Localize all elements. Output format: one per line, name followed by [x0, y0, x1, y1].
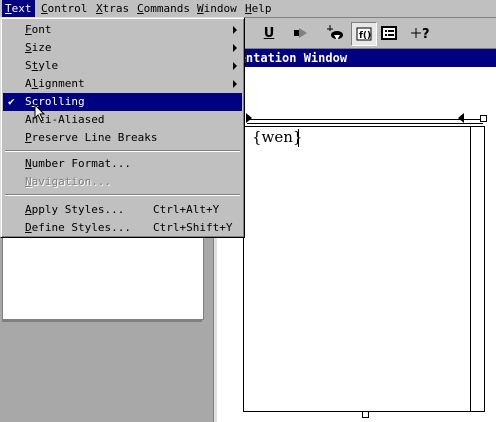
- menu-item-define-styles-label: Define Styles...: [25, 219, 131, 237]
- menu-item-font-label: Font: [25, 21, 52, 39]
- text-menu-dropdown: Font Size Style Alignment ✔ Scrolling An…: [0, 17, 245, 238]
- resize-handle-top-right[interactable]: [480, 115, 487, 122]
- menu-control-mnemonic: C: [41, 2, 48, 15]
- menubar: Text Control Xtras Commands Window Help: [0, 0, 496, 18]
- toolbar: U f() ?: [217, 18, 496, 49]
- menu-xtras-rest: tras: [102, 2, 130, 15]
- menu-item-number-format-text: umber Format...: [31, 157, 131, 170]
- left-window-edge: [2, 320, 202, 322]
- menu-separator: [5, 150, 240, 152]
- help-cursor-button[interactable]: ?: [409, 22, 433, 44]
- menu-window[interactable]: Window: [194, 0, 240, 17]
- menu-item-scrolling-first: S: [25, 95, 32, 108]
- check-icon: ✔: [8, 95, 15, 108]
- menu-help[interactable]: Help: [242, 0, 275, 17]
- menu-xtras[interactable]: Xtras: [93, 0, 132, 17]
- menu-item-size[interactable]: Size: [3, 39, 242, 57]
- menu-item-apply-styles[interactable]: Apply Styles... Ctrl+Alt+Y: [3, 201, 242, 219]
- menu-item-style-first: S: [25, 59, 32, 72]
- right-margin-marker[interactable]: [458, 113, 464, 123]
- text-scrollbar[interactable]: [470, 126, 485, 412]
- submenu-arrow-icon: [233, 26, 237, 34]
- menu-commands-mnemonic: C: [137, 2, 144, 15]
- text-ruler: [247, 119, 483, 120]
- menu-item-alignment[interactable]: Alignment: [3, 75, 242, 93]
- mouse-pointer-icon: [34, 104, 46, 122]
- submenu-arrow-icon: [233, 62, 237, 70]
- menu-window-mnemonic: W: [197, 2, 204, 15]
- resize-handle-bottom[interactable]: [362, 411, 369, 418]
- menu-item-preserve-text: reserve Line Breaks: [31, 131, 158, 144]
- filter-icon: [327, 25, 343, 40]
- menu-commands[interactable]: Commands: [134, 0, 193, 17]
- help-cursor-icon: ?: [411, 27, 430, 41]
- menu-item-number-format-label: Number Format...: [25, 155, 131, 173]
- menu-item-apply-styles-label: Apply Styles...: [25, 201, 124, 219]
- field-icon: f(): [356, 27, 372, 41]
- menu-item-preserve-label: Preserve Line Breaks: [25, 129, 157, 147]
- list-icon: [381, 26, 397, 40]
- menu-item-navigation-label: Navigation...: [25, 173, 111, 191]
- menu-item-size-text: ize: [31, 41, 52, 54]
- left-margin-marker[interactable]: [246, 113, 252, 123]
- menu-item-style-label: Style: [25, 57, 58, 75]
- menu-text-mnemonic: T: [5, 2, 12, 15]
- menu-item-size-label: Size: [25, 39, 52, 57]
- menu-text[interactable]: Text: [2, 0, 35, 17]
- menu-item-navigation-mnemonic: N: [25, 175, 32, 188]
- menu-item-number-format-mnemonic: N: [25, 157, 32, 170]
- text-field-content: {wen}: [252, 128, 303, 146]
- menu-help-mnemonic: H: [245, 2, 252, 15]
- menu-item-define-styles-shortcut: Ctrl+Shift+Y: [153, 221, 233, 234]
- submenu-arrow-icon: [233, 44, 237, 52]
- menu-item-define-styles-mnemonic: D: [25, 221, 32, 234]
- menu-item-define-styles-text: efine Styles...: [31, 221, 131, 234]
- play-icon: [294, 28, 307, 38]
- menu-item-apply-styles-mnemonic: A: [25, 203, 32, 216]
- svg-text:f(): f(): [359, 31, 371, 41]
- menu-item-number-format[interactable]: Number Format...: [3, 155, 242, 173]
- menu-item-font-mnemonic: F: [25, 23, 32, 36]
- menu-item-navigation-text: avigation...: [31, 175, 112, 188]
- menu-item-apply-styles-shortcut: Ctrl+Alt+Y: [153, 203, 220, 216]
- menu-window-rest: indow: [203, 2, 237, 15]
- menu-item-size-mnemonic: S: [25, 41, 32, 54]
- text-ruler-lower: [247, 123, 483, 124]
- menu-item-style[interactable]: Style: [3, 57, 242, 75]
- underline-button[interactable]: U: [257, 22, 281, 44]
- menu-item-font[interactable]: Font: [3, 21, 242, 39]
- menu-item-alignment-text: ignment: [38, 77, 85, 90]
- menu-text-rest: ext: [11, 2, 32, 15]
- menu-xtras-mnemonic: X: [96, 2, 103, 15]
- menu-separator: [5, 194, 240, 196]
- menu-item-font-text: ont: [31, 23, 52, 36]
- menu-item-alignment-first: A: [25, 77, 32, 90]
- menu-item-apply-styles-text: pply Styles...: [31, 203, 125, 216]
- menu-item-preserve-line-breaks[interactable]: Preserve Line Breaks: [3, 129, 242, 147]
- underline-icon: U: [263, 25, 275, 41]
- menu-item-style-text: yle: [38, 59, 59, 72]
- list-button[interactable]: [377, 22, 401, 44]
- menu-control[interactable]: Control: [38, 0, 90, 17]
- menu-item-alignment-label: Alignment: [25, 75, 85, 93]
- menu-item-navigation: Navigation...: [3, 173, 242, 191]
- menu-item-preserve-mnemonic: P: [25, 131, 32, 144]
- menu-commands-rest: ommands: [143, 2, 190, 15]
- filter-button[interactable]: [323, 22, 347, 44]
- submenu-arrow-icon: [233, 80, 237, 88]
- menu-item-anti-aliased-text: i-Aliased: [44, 113, 105, 126]
- field-button[interactable]: f(): [351, 22, 377, 46]
- play-button[interactable]: [289, 22, 313, 44]
- menu-item-define-styles[interactable]: Define Styles... Ctrl+Shift+Y: [3, 219, 242, 237]
- menu-help-rest: elp: [251, 2, 272, 15]
- menu-control-rest: ontrol: [47, 2, 88, 15]
- text-field[interactable]: [243, 126, 472, 412]
- text-caret: [298, 129, 299, 147]
- presentation-window-title[interactable]: resentation Window: [217, 49, 496, 67]
- svg-text:?: ?: [422, 27, 430, 41]
